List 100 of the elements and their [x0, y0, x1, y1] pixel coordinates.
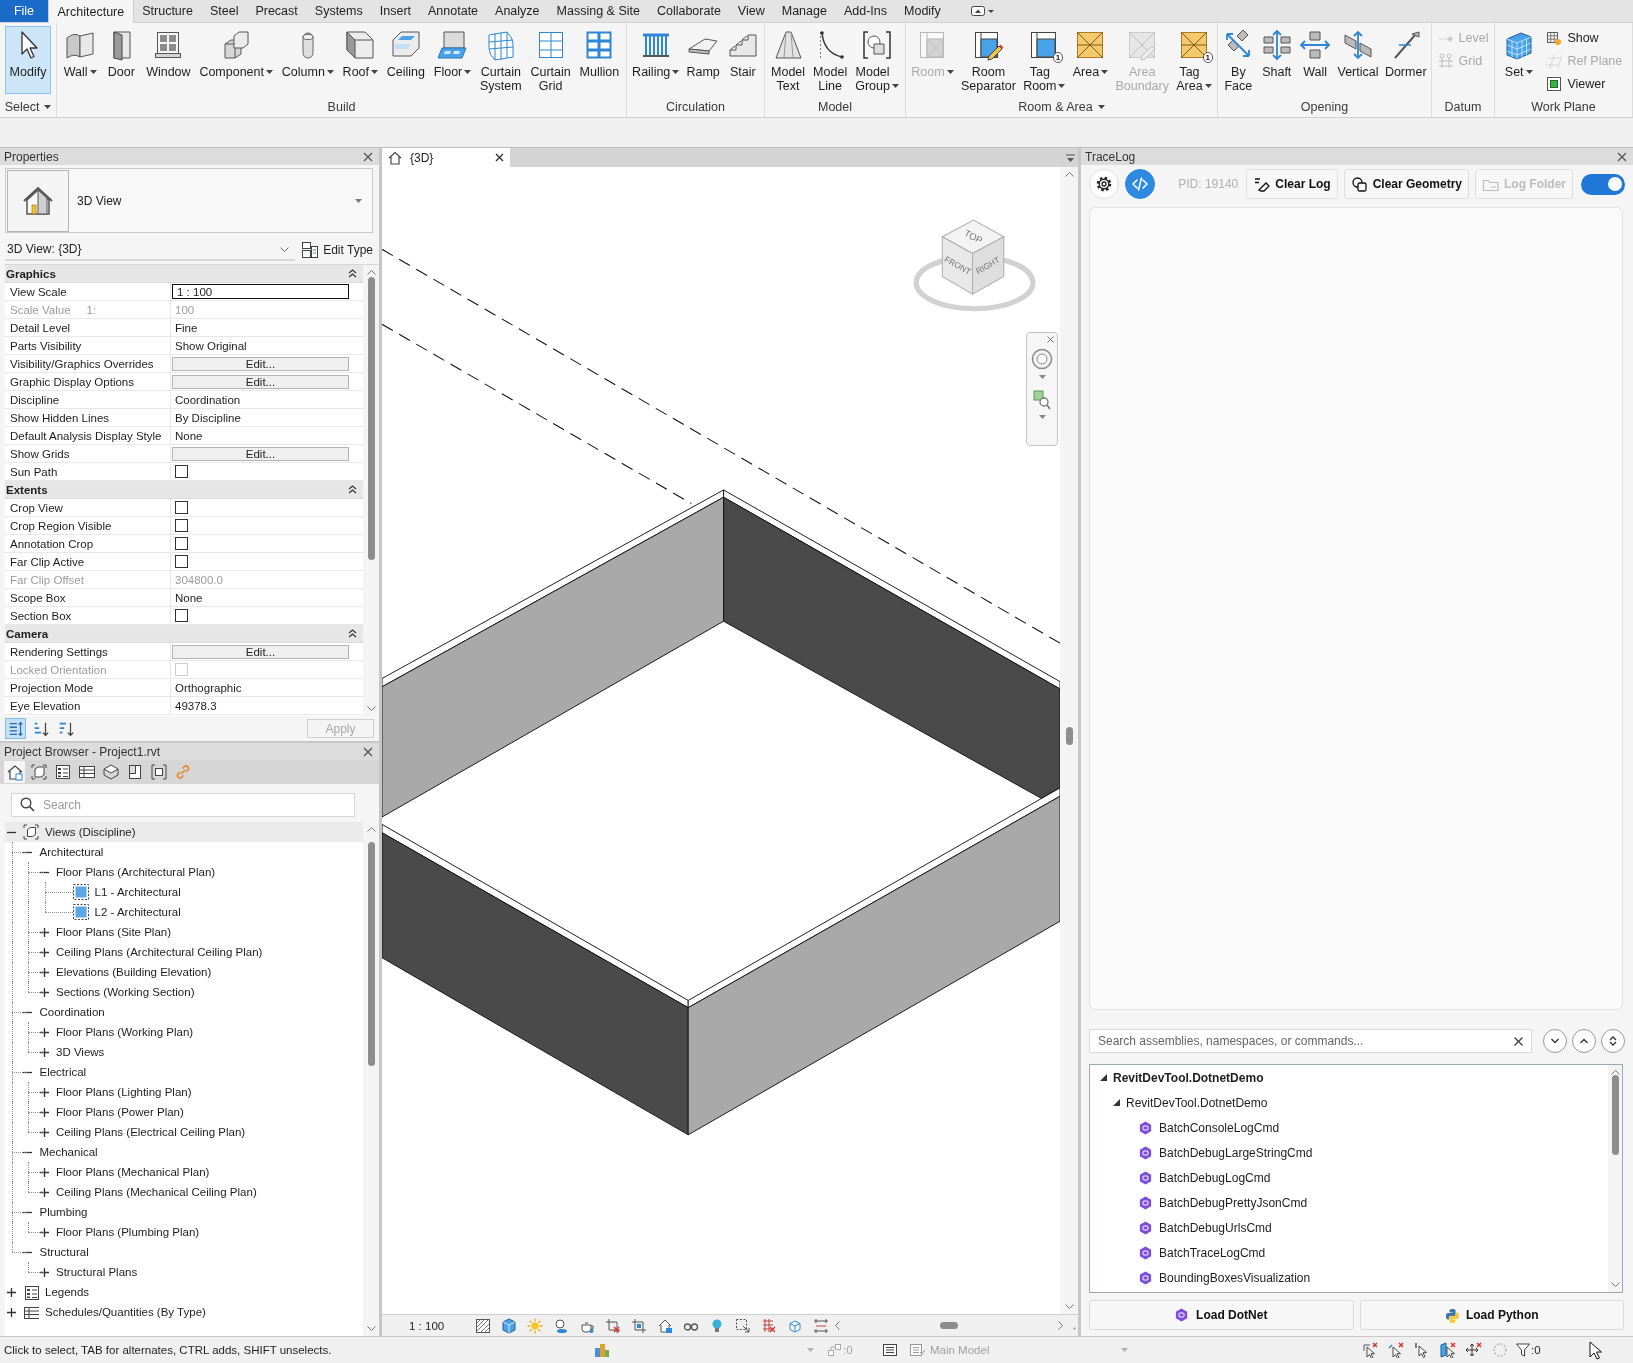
ribbon-tab[interactable]: Massing & Site	[548, 0, 649, 22]
scale-label[interactable]: 1 : 100	[409, 1319, 445, 1332]
expand-icon[interactable]	[39, 1107, 49, 1117]
close-icon[interactable]	[495, 153, 504, 162]
ribbon-toggle-icon[interactable]	[971, 5, 996, 17]
railing-button[interactable]: Railing	[630, 26, 682, 83]
curtain-grid-button[interactable]: Curtain Grid	[528, 26, 573, 97]
tree-item[interactable]: Ceiling Plans (Architectural Ceiling Plan)	[56, 946, 263, 958]
scrollbar-thumb[interactable]	[1611, 1075, 1619, 1155]
cursor-cross-icon[interactable]	[1362, 1342, 1378, 1358]
code-button[interactable]	[1125, 169, 1155, 199]
ribbon-tab[interactable]: Systems	[306, 0, 372, 22]
instance-dropdown[interactable]: 3D View: {3D}	[5, 239, 296, 261]
search-field[interactable]: Search	[11, 793, 355, 817]
settings-button[interactable]	[1089, 169, 1119, 199]
set-button[interactable]: Set	[1500, 26, 1537, 83]
ring-icon[interactable]	[1031, 348, 1053, 370]
vertical-button[interactable]: Vertical	[1335, 26, 1381, 83]
clear-log-button[interactable]: Clear Log	[1246, 169, 1338, 199]
scrollbar-thumb[interactable]	[367, 842, 375, 1066]
scroll-up-icon[interactable]	[1064, 172, 1074, 177]
expand-icon[interactable]	[39, 1027, 49, 1037]
expand-icon[interactable]	[39, 1127, 49, 1137]
load-button[interactable]: Load Python	[1359, 1300, 1624, 1330]
tree-item[interactable]: 3D Views	[56, 1046, 105, 1058]
edit-button[interactable]: Edit...	[172, 446, 349, 461]
grid-cross-icon[interactable]	[761, 1317, 778, 1334]
tree-item[interactable]: Sections (Working Section)	[56, 986, 195, 998]
edit-button[interactable]: Edit...	[172, 356, 349, 371]
expand-icon[interactable]	[39, 1047, 49, 1057]
close-icon[interactable]	[1617, 151, 1627, 162]
expand-all-button[interactable]	[1572, 1029, 1596, 1053]
tree-item[interactable]: Legends	[45, 1286, 90, 1298]
roof-button[interactable]: Roof	[340, 26, 380, 83]
wall[interactable]	[382, 823, 689, 1136]
ribbon-tab[interactable]: Architecture	[48, 0, 134, 23]
checkbox[interactable]	[175, 519, 188, 532]
scroll-up-icon[interactable]	[1610, 1070, 1620, 1075]
collapse-icon[interactable]	[348, 629, 357, 638]
tree-item[interactable]: Ceiling Plans (Mechanical Ceiling Plan)	[56, 1186, 257, 1198]
collapse-icon[interactable]	[348, 269, 357, 278]
wall-button[interactable]: Wall	[61, 26, 99, 83]
list-icon[interactable]	[882, 1342, 898, 1358]
scroll-down-icon[interactable]	[366, 706, 376, 711]
expanded-arrow-icon[interactable]	[1099, 1074, 1107, 1081]
tree-item[interactable]: Architectural	[39, 846, 104, 858]
scroll-left-icon[interactable]	[835, 1321, 841, 1330]
tree-item[interactable]: RevitDevTool.DotnetDemo	[1113, 1070, 1264, 1085]
expand-icon[interactable]	[39, 1167, 49, 1177]
door-button[interactable]: Door	[103, 26, 140, 83]
tree-item[interactable]: L2 - Architectural	[94, 906, 181, 918]
cube-icon[interactable]	[501, 1317, 518, 1334]
file-tab[interactable]: File	[0, 0, 48, 22]
shadow-icon[interactable]	[553, 1317, 570, 1334]
frame-arrows-icon[interactable]	[813, 1317, 830, 1334]
scrollbar-thumb[interactable]	[940, 1322, 959, 1329]
scrollbar-thumb[interactable]	[1065, 727, 1073, 745]
column-button[interactable]: Column	[279, 26, 336, 83]
room-separator-button[interactable]: Room Separator	[958, 26, 1018, 97]
ceiling-button[interactable]: Ceiling	[384, 26, 427, 83]
close-icon[interactable]	[363, 151, 373, 162]
ribbon-tab[interactable]: Modify	[895, 0, 950, 22]
crop-icon[interactable]	[631, 1317, 648, 1334]
tree-item[interactable]: Coordination	[39, 1006, 105, 1018]
tree-item[interactable]: BatchDebugUrlsCmd	[1159, 1220, 1272, 1235]
ribbon-tab[interactable]: Annotate	[419, 0, 487, 22]
list-check-icon[interactable]	[909, 1342, 925, 1358]
filter-icon[interactable]	[1516, 1343, 1530, 1357]
dormer-button[interactable]: Dormer	[1382, 26, 1429, 83]
tree-item[interactable]: Plumbing	[39, 1206, 88, 1218]
expand-icon[interactable]	[6, 1287, 16, 1297]
move-cross-icon[interactable]	[1466, 1342, 1482, 1358]
ribbon-tab[interactable]: Collaborate	[648, 0, 730, 22]
tree-item[interactable]: Floor Plans (Mechanical Plan)	[56, 1166, 210, 1178]
curtain-system-button[interactable]: Curtain System	[478, 26, 524, 97]
tree-item[interactable]: L1 - Architectural	[94, 886, 181, 898]
by-face-button[interactable]: By Face	[1220, 26, 1257, 97]
dotted-circle-icon[interactable]	[1492, 1342, 1508, 1358]
checkbox[interactable]	[175, 609, 188, 622]
ramp-button[interactable]: Ramp	[684, 26, 722, 83]
close-icon[interactable]	[363, 746, 373, 757]
cursor-pin-icon[interactable]	[1414, 1342, 1430, 1358]
cursor-link-icon[interactable]	[1388, 1342, 1404, 1358]
ribbon-tab[interactable]: Structure	[133, 0, 202, 22]
toolbar-button[interactable]	[148, 761, 169, 783]
viewer-button[interactable]: Viewer	[1542, 73, 1627, 95]
model-group-button[interactable]: Model Group	[853, 26, 901, 97]
tab-menu-icon[interactable]	[1066, 153, 1076, 162]
tree-item[interactable]: BatchDebugPrettyJsonCmd	[1159, 1195, 1308, 1210]
expand-icon[interactable]	[39, 947, 49, 957]
component-button[interactable]: Component	[197, 26, 275, 83]
panel-title[interactable]: Select	[4, 100, 40, 114]
floor-button[interactable]: Floor	[431, 26, 474, 83]
collapse-all-button[interactable]	[1543, 1029, 1567, 1053]
edit-button[interactable]: Edit...	[172, 374, 349, 389]
tree-item[interactable]: Floor Plans (Lighting Plan)	[56, 1086, 192, 1098]
tree-item[interactable]: BatchDebugLogCmd	[1159, 1170, 1271, 1185]
scroll-down-icon[interactable]	[1064, 1304, 1074, 1309]
ribbon-tab[interactable]: Add-Ins	[835, 0, 896, 22]
edit-type-button[interactable]: Edit Type	[301, 241, 373, 259]
